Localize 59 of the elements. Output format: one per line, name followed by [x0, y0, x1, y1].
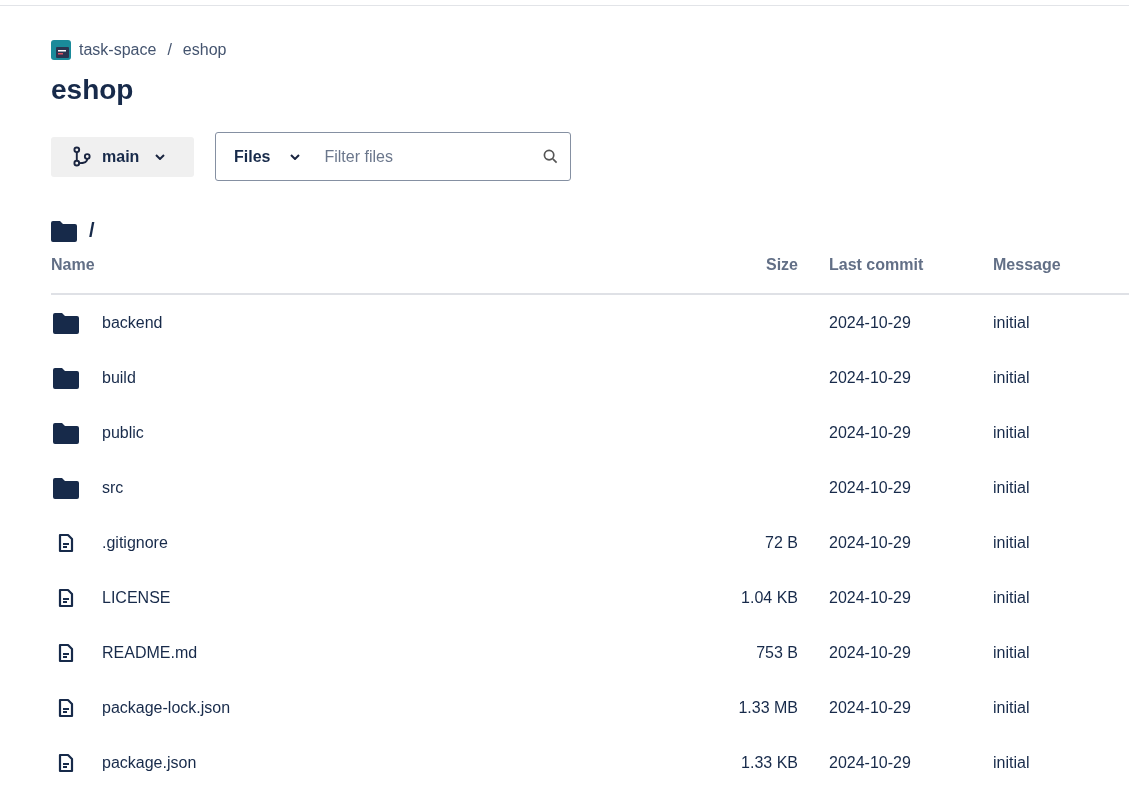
- column-header: Message: [993, 256, 1062, 274]
- filter-field[interactable]: Files Filter files: [215, 132, 571, 181]
- workspace-icon: [51, 40, 71, 60]
- commit-date: 2024-10-29: [828, 698, 912, 717]
- repo-title: eshop: [51, 73, 135, 107]
- folder-icon: [51, 219, 77, 242]
- branch-icon: [73, 146, 92, 167]
- scope-dropdown[interactable]: Files: [234, 147, 301, 166]
- file-size: 72 B: [765, 533, 798, 551]
- file-name-link[interactable]: backend: [102, 313, 163, 332]
- commit-message: initial: [993, 533, 1031, 552]
- file-name-link[interactable]: public: [102, 423, 144, 442]
- commit-message: initial: [993, 588, 1031, 607]
- breadcrumb-separator: /: [167, 41, 172, 59]
- commit-message: initial: [993, 643, 1031, 662]
- branch-button[interactable]: main: [51, 136, 194, 177]
- current-path: /: [89, 219, 95, 242]
- file-name-link[interactable]: src: [102, 478, 124, 497]
- column-header: Name: [51, 256, 96, 274]
- caret-icon: [290, 153, 301, 160]
- file-icon: [58, 642, 74, 663]
- commit-message: initial: [993, 423, 1031, 442]
- file-size: 753 B: [756, 643, 798, 661]
- breadcrumb-link[interactable]: task-space: [79, 41, 157, 59]
- commit-date: 2024-10-29: [828, 588, 912, 607]
- breadcrumb-link[interactable]: eshop: [182, 41, 227, 59]
- commit-date: 2024-10-29: [828, 423, 912, 442]
- commit-date: 2024-10-29: [828, 313, 912, 332]
- caret-icon: [155, 153, 166, 160]
- file-size: 1.33 MB: [738, 698, 798, 716]
- search-icon: [543, 149, 558, 164]
- commit-message: initial: [993, 753, 1031, 772]
- file-icon: [58, 532, 74, 553]
- file-name-link[interactable]: package.json: [102, 753, 197, 772]
- commit-date: 2024-10-29: [828, 533, 912, 552]
- commit-date: 2024-10-29: [828, 478, 912, 497]
- commit-date: 2024-10-29: [828, 753, 912, 772]
- folder-icon: [53, 421, 79, 444]
- folder-icon: [53, 311, 79, 334]
- file-icon: [58, 587, 74, 608]
- file-name-link[interactable]: LICENSE: [102, 588, 171, 607]
- file-icon: [58, 697, 74, 718]
- column-header: Size: [765, 256, 798, 274]
- file-name-link[interactable]: README.md: [102, 643, 198, 662]
- folder-icon: [53, 476, 79, 499]
- file-name-link[interactable]: package-lock.json: [102, 698, 231, 717]
- column-header: Last commit: [828, 256, 925, 274]
- commit-message: initial: [993, 313, 1031, 332]
- commit-message: initial: [993, 368, 1031, 387]
- file-name-link[interactable]: build: [102, 368, 136, 387]
- file-icon: [58, 752, 74, 773]
- commit-date: 2024-10-29: [828, 643, 912, 662]
- commit-message: initial: [993, 478, 1031, 497]
- file-size: 1.33 KB: [741, 753, 798, 771]
- commit-message: initial: [993, 698, 1031, 717]
- folder-icon: [53, 366, 79, 389]
- commit-date: 2024-10-29: [828, 368, 912, 387]
- file-name-link[interactable]: .gitignore: [102, 533, 168, 552]
- file-size: 1.04 KB: [741, 588, 798, 606]
